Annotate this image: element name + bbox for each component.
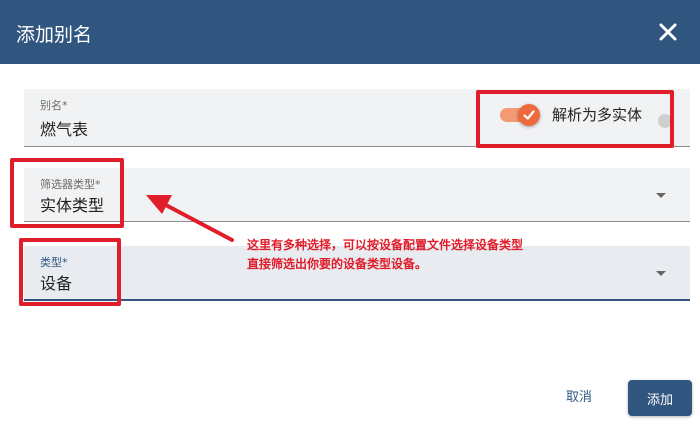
dialog-title: 添加别名	[16, 24, 93, 46]
info-icon	[658, 114, 672, 128]
close-button[interactable]	[654, 18, 682, 46]
annotation-line-2: 直接筛选出你要的设备类型设备。	[247, 257, 428, 271]
annotation-text: 这里有多种选择，可以按设备配置文件选择设备类型 直接筛选出你要的设备类型设备。	[247, 236, 523, 274]
dialog-header: 添加别名	[0, 0, 700, 64]
resolve-multiple-toggle[interactable]: 解析为多实体	[500, 103, 643, 126]
chevron-down-icon[interactable]	[656, 193, 666, 198]
annotation-line-1: 这里有多种选择，可以按设备配置文件选择设备类型	[247, 238, 524, 252]
type-value[interactable]: 设备	[40, 270, 72, 294]
check-icon	[523, 109, 535, 120]
close-icon	[659, 23, 677, 41]
filter-type-select[interactable]: 筛选器类型* 实体类型	[24, 168, 690, 222]
toggle-track[interactable]	[500, 103, 540, 126]
chevron-down-icon[interactable]	[656, 271, 666, 276]
filter-type-label: 筛选器类型*	[40, 178, 101, 191]
cancel-button[interactable]: 取消	[566, 386, 592, 405]
alias-field-value[interactable]: 燃气表	[40, 116, 88, 140]
toggle-knob[interactable]	[518, 103, 540, 126]
filter-type-value[interactable]: 实体类型	[40, 192, 104, 216]
type-label: 类型*	[40, 256, 68, 269]
alias-field-label: 别名*	[40, 99, 68, 112]
add-button[interactable]: 添加	[628, 380, 692, 416]
resolve-multiple-label: 解析为多实体	[552, 106, 643, 124]
